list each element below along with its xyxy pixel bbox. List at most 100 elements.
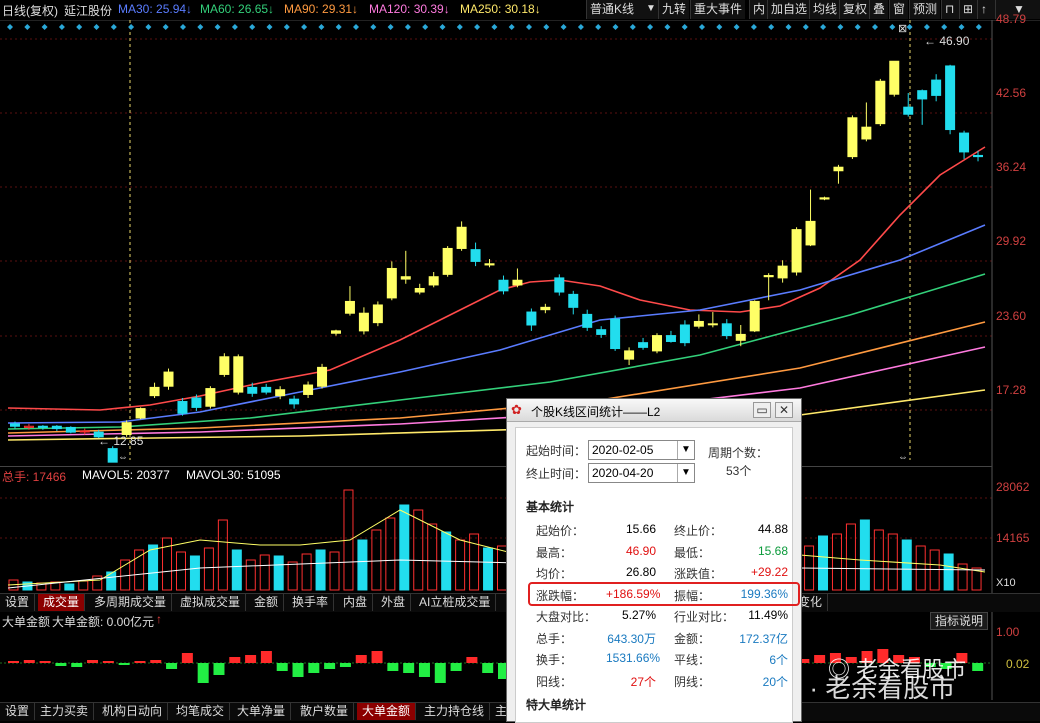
- tab-virtual-volume[interactable]: 虚拟成交量: [175, 594, 247, 611]
- candle-body: [665, 335, 676, 342]
- volume-bar: [259, 554, 270, 591]
- event-marker-icon: [837, 24, 844, 30]
- stat-label: 阳线：: [536, 674, 573, 689]
- candle-body: [917, 90, 928, 100]
- volume-bar: [78, 580, 89, 591]
- stat-label: 终止价：: [674, 524, 723, 538]
- event-marker-icon: [889, 24, 896, 30]
- candle-body: [889, 60, 900, 95]
- tab-avg-trade[interactable]: 均笔成交: [171, 703, 231, 720]
- candle-body: [358, 312, 369, 332]
- highlight-box: [528, 582, 800, 606]
- period-count-label: 周期个数：: [708, 446, 769, 460]
- fullscreen-icon[interactable]: ⊞: [959, 0, 978, 19]
- event-marker-icon: [318, 24, 325, 30]
- adjust-button[interactable]: 复权: [839, 0, 871, 19]
- volume-axis-label: 28062: [996, 480, 1030, 494]
- volume-bar: [315, 549, 326, 591]
- add-watchlist-button[interactable]: 加自选: [767, 0, 811, 19]
- tab-big-net[interactable]: 大单净量: [232, 703, 292, 720]
- inner-button[interactable]: 内: [749, 0, 769, 19]
- start-date-select[interactable]: 2020-02-05 ▼: [588, 440, 695, 460]
- stat-label: 换手：: [536, 653, 573, 667]
- volume-bar: [357, 539, 368, 591]
- tab-inner[interactable]: 内盘: [338, 594, 374, 611]
- event-marker-icon: [543, 24, 550, 30]
- candle-body: [945, 65, 956, 131]
- tab-amount[interactable]: 金额: [249, 594, 285, 611]
- tab-ai-volume[interactable]: AI立桩成交量: [414, 594, 497, 611]
- event-marker-icon: [906, 24, 913, 30]
- event-marker-icon: [128, 24, 135, 30]
- overlay-button[interactable]: 叠: [869, 0, 889, 19]
- indicator-bar: [387, 663, 399, 671]
- candle-body: [303, 384, 314, 395]
- tab-outer[interactable]: 外盘: [376, 594, 412, 611]
- event-marker-icon: [180, 24, 186, 30]
- price-axis-label: 23.60: [996, 309, 1027, 323]
- lock-icon[interactable]: ⊓: [941, 0, 960, 19]
- candle-body: [65, 426, 76, 433]
- volume-bar: [427, 523, 438, 591]
- stat-value: 46.90: [625, 543, 656, 558]
- volume-bar: [455, 539, 466, 591]
- candle-body: [735, 333, 746, 341]
- tab-retail-count[interactable]: 散户数量: [295, 703, 355, 720]
- candle-body: [470, 249, 481, 262]
- candle-body: [317, 366, 328, 387]
- tab-institution[interactable]: 机构日动向: [97, 703, 169, 720]
- candle-body: [638, 342, 649, 348]
- volume-bars: [8, 489, 982, 591]
- candle-body: [23, 425, 34, 428]
- dropdown-arrow-icon: ▼: [677, 441, 694, 459]
- tab-volume[interactable]: 成交量: [38, 594, 86, 611]
- dialog-titlebar[interactable]: ✿ 个股K线区间统计——L2 ▭ ✕: [507, 399, 801, 422]
- tab-settings[interactable]: 设置: [0, 594, 36, 611]
- stat-label: 涨跌值：: [674, 567, 723, 581]
- candle-body: [149, 386, 160, 397]
- end-date-select[interactable]: 2020-04-20 ▼: [588, 463, 695, 483]
- indicator-value: 大单金额: 0.00亿元: [52, 615, 155, 629]
- jiuzhuan-button[interactable]: 九转: [658, 0, 690, 19]
- event-marker-icon: [474, 24, 481, 30]
- candle-body: [233, 356, 244, 393]
- close-marker-icon[interactable]: ⊠: [898, 22, 907, 35]
- candle-body: [875, 80, 886, 125]
- ma120-label: MA120: 30.39↓: [369, 2, 450, 16]
- candle-body: [414, 287, 425, 293]
- volume-bar: [385, 517, 396, 591]
- ma-button[interactable]: 均线: [809, 0, 841, 19]
- tab-main-buy-sell[interactable]: 主力买卖: [35, 703, 95, 720]
- candle-body: [498, 279, 509, 292]
- volume-bar: [203, 547, 214, 591]
- indicator-title: 大单金额: [2, 615, 51, 629]
- dropdown-arrow-icon[interactable]: ▼: [646, 3, 656, 14]
- chart-title: 日线(复权): [2, 4, 58, 18]
- candle-body: [372, 304, 383, 324]
- tab-multi-period-volume[interactable]: 多周期成交量: [89, 594, 173, 611]
- stat-value: 15.68: [757, 543, 788, 558]
- tab-main-position[interactable]: 主力持仓线: [419, 703, 491, 720]
- range-handle-icon[interactable]: ⇔: [118, 452, 128, 463]
- tab-big-amount[interactable]: 大单金额: [357, 703, 417, 720]
- indicator-bar: [466, 657, 478, 663]
- stat-value: 44.88: [757, 522, 788, 536]
- tab-turnover[interactable]: 换手率: [287, 594, 335, 611]
- window-button[interactable]: 窗: [889, 0, 909, 19]
- minimize-icon[interactable]: ▭: [753, 402, 771, 418]
- range-handle-icon[interactable]: ⇔: [898, 452, 908, 463]
- event-marker-icon: [41, 24, 48, 30]
- indicator-help-button[interactable]: 指标说明: [930, 612, 989, 630]
- close-icon[interactable]: ✕: [775, 402, 793, 418]
- event-marker-icon: [370, 24, 377, 30]
- arrow-up-icon[interactable]: ↑: [977, 0, 996, 19]
- event-marker-icon: [214, 24, 221, 30]
- volume-bar: [901, 539, 912, 591]
- major-events-button[interactable]: 重大事件: [690, 0, 746, 19]
- predict-button[interactable]: 预测: [909, 0, 941, 19]
- event-marker-icon: [58, 24, 65, 30]
- event-marker-icon: [266, 24, 273, 30]
- event-marker-icon: [560, 24, 567, 30]
- stat-label: 阴线：: [674, 674, 711, 689]
- tab-settings-2[interactable]: 设置: [0, 703, 36, 720]
